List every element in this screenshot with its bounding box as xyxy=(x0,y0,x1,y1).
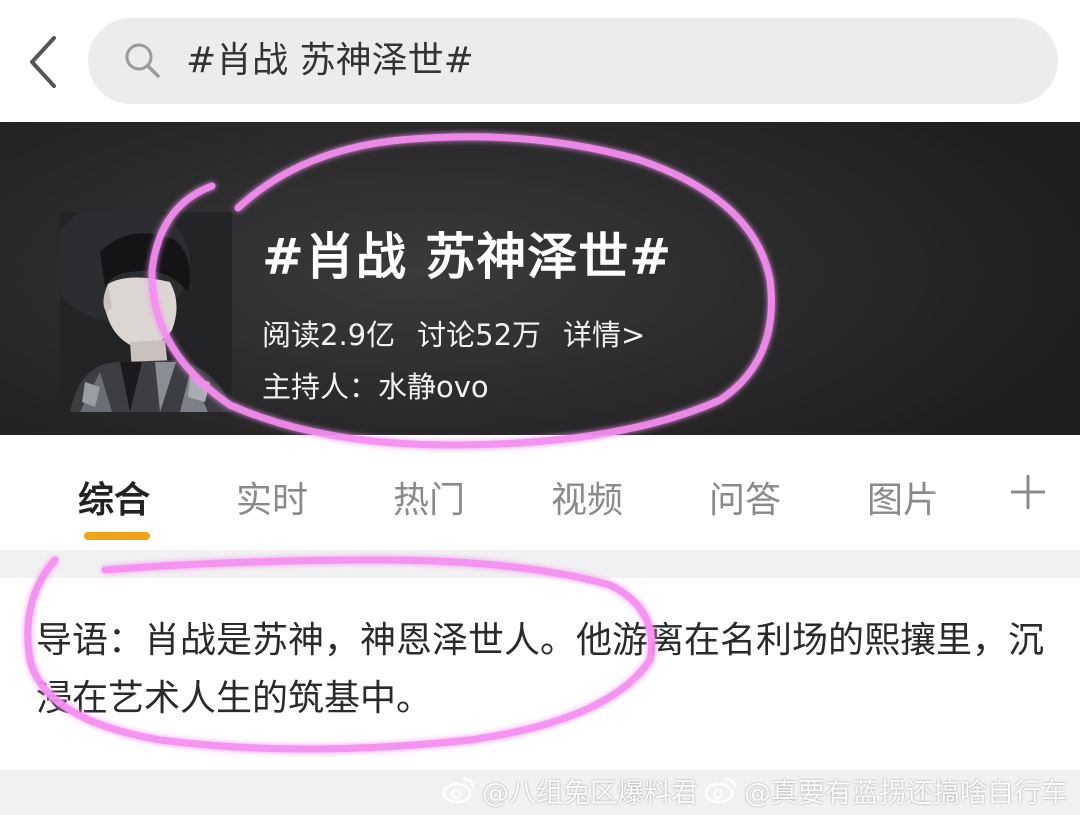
back-button[interactable] xyxy=(18,32,68,92)
discussion-count: 讨论52万 xyxy=(417,318,542,352)
topic-stats: 阅读2.9亿 讨论52万 详情> xyxy=(262,312,645,354)
content-tabs: 综合 实时 热门 视频 问答 图片 xyxy=(0,435,1080,550)
tab-qa[interactable]: 问答 xyxy=(709,471,781,523)
back-arrow-icon xyxy=(30,36,56,88)
topic-title: #肖战 苏神泽世# xyxy=(262,228,673,286)
top-search-bar: #肖战 苏神泽世# xyxy=(0,0,1080,122)
watermark-text-2: @真要有蓝拐还搞啥自行车 xyxy=(744,777,1068,809)
plus-icon[interactable] xyxy=(1008,472,1048,512)
topic-host[interactable]: 主持人：水静ovo xyxy=(262,364,489,406)
search-query: #肖战 苏神泽世# xyxy=(186,40,474,81)
weibo-logo-icon xyxy=(442,777,475,804)
topic-banner: #肖战 苏神泽世# 阅读2.9亿 讨论52万 详情> 主持人：水静ovo xyxy=(0,122,1080,435)
section-divider xyxy=(0,550,1080,578)
watermark-text-1: @八组兔区爆料君 xyxy=(482,777,698,809)
tab-fade xyxy=(925,435,985,550)
topic-intro: 导语：肖战是苏神，神恩泽世人。他游离在名利场的熙攘里，沉浸在艺术人生的筑基中。 xyxy=(36,620,1045,719)
tab-video[interactable]: 视频 xyxy=(551,471,623,523)
weibo-logo-icon xyxy=(704,777,737,804)
search-input[interactable]: #肖战 苏神泽世# xyxy=(88,18,1058,104)
tab-hot[interactable]: 热门 xyxy=(393,471,465,523)
search-icon xyxy=(125,43,160,78)
read-count: 阅读2.9亿 xyxy=(262,318,396,352)
tab-comprehensive[interactable]: 综合 xyxy=(78,471,150,523)
watermark: @八组兔区爆料君 @真要有蓝拐还搞啥自行车 xyxy=(442,770,1068,810)
host-photo xyxy=(60,212,232,412)
details-link[interactable]: 详情> xyxy=(563,312,645,354)
active-tab-indicator xyxy=(84,532,150,540)
tab-realtime[interactable]: 实时 xyxy=(236,471,308,523)
